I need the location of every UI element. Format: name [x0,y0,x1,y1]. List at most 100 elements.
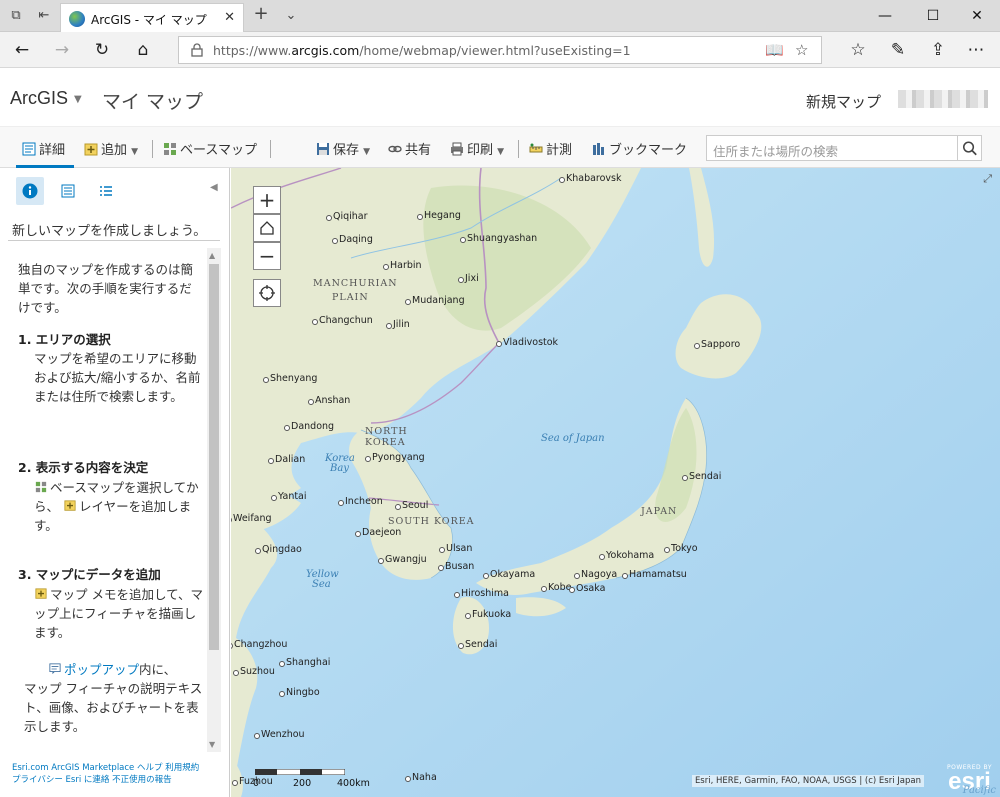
sea-label: Bay [330,463,349,474]
arcgis-logo[interactable]: ArcGIS [10,88,68,109]
popup-text-b: マップ フィーチャの説明テキスト、画像、およびチャートを表示します。 [24,681,203,734]
legend-tab[interactable] [92,177,120,205]
city-label: Osaka [568,583,606,594]
add-button[interactable]: 追加 ▼ [84,139,138,158]
scroll-up-icon[interactable]: ▲ [209,251,215,260]
address-search-input[interactable]: 住所または場所の検索 [706,135,982,161]
forward-icon[interactable]: → [52,40,72,60]
city-label: Ulsan [438,543,473,554]
city-label: Weifang [231,513,272,524]
zoom-out-button[interactable]: − [253,242,281,270]
address-bar[interactable]: https://www.arcgis.com/home/webmap/viewe… [178,36,822,64]
favorite-star-icon[interactable]: ☆ [795,41,808,59]
tab-manager-icon[interactable]: ⧉ [8,8,24,24]
city-label: Daejeon [354,527,402,538]
about-tab[interactable] [16,177,44,205]
search-icon[interactable] [957,136,981,160]
more-options-icon[interactable]: ⋯ [966,40,986,60]
save-button[interactable]: 保存 ▼ [316,139,370,158]
map-notes-icon [35,588,47,599]
city-label: Qiqihar [326,211,368,222]
city-label: Sapporo [693,339,741,350]
bookmark-button[interactable]: ブックマーク [592,139,687,158]
content-tab[interactable] [54,177,82,205]
city-label: Hamamatsu [622,569,687,580]
toolbar-divider [152,140,153,158]
scrollbar-thumb[interactable] [209,264,219,650]
scroll-down-icon[interactable]: ▼ [209,740,215,749]
share-label: 共有 [405,143,432,158]
share-button[interactable]: 共有 [388,139,431,158]
minimize-icon[interactable]: — [862,0,908,32]
measure-label: 計測 [546,143,573,158]
side-panel: ◀ 新しいマップを作成しましょう。 独自のマップを作成するのは簡単です。次の手順… [0,168,230,797]
panel-footer-links[interactable]: Esri.com ArcGIS Marketplace ヘルプ 利用規約 プライ… [12,762,222,786]
footer-links-row2[interactable]: プライバシー Esri に連絡 不正使用の報告 [12,774,222,786]
print-button[interactable]: 印刷 ▼ [450,139,504,158]
pen-notes-icon[interactable]: ✎ [888,40,908,60]
city-label: Seoul [394,500,429,511]
measure-ruler-icon [529,143,543,153]
user-menu[interactable] [898,90,988,108]
popup-link[interactable]: ポップアップ [64,662,139,677]
toolbar-divider [518,140,519,158]
city-label: Pyongyang [365,452,425,463]
region-label: MANCHURIAN [313,278,398,289]
details-label: 詳細 [39,143,66,158]
zoom-in-button[interactable]: + [253,186,281,214]
maximize-icon[interactable]: ☐ [910,0,956,32]
step3-text: マップ メモを追加して、マップ上にフィーチャを描画します。 [34,587,203,640]
pacific-label: Pacific [962,785,996,796]
expand-map-icon[interactable]: ⤢ [983,172,992,186]
set-aside-tabs-icon[interactable]: ⇤ [36,8,52,24]
city-label: Gwangju [378,554,427,565]
city-label: Fukuoka [464,609,512,620]
collapse-panel-icon[interactable]: ◀ [210,182,218,193]
new-map-button[interactable]: 新規マップ [806,91,881,112]
refresh-icon[interactable]: ↻ [92,40,112,60]
close-window-icon[interactable]: ✕ [954,0,1000,32]
city-label: Jixi [458,273,479,284]
locate-crosshair-icon [259,285,275,301]
city-label: Jilin [386,319,410,330]
locate-button[interactable] [253,279,281,307]
city-label: Changzhou [231,639,288,650]
save-label: 保存 [333,143,360,158]
share-icon[interactable]: ⇪ [928,40,948,60]
browser-tab-strip: ⧉ ⇤ ArcGIS - マイ マップ ✕ + ⌄ — ☐ ✕ [0,0,1000,32]
city-label: Dalian [267,454,306,465]
share-link-icon [388,145,402,153]
arcgis-menu-caret-icon[interactable]: ▼ [74,94,82,105]
measure-button[interactable]: 計測 [529,139,572,158]
city-label: Incheon [338,496,383,507]
home-icon[interactable]: ⌂ [133,40,153,60]
reading-view-icon[interactable]: 📖 [765,41,784,59]
search-placeholder: 住所または場所の検索 [713,144,839,159]
city-label: Okayama [482,569,536,580]
browser-tab[interactable]: ArcGIS - マイ マップ ✕ [60,3,244,32]
details-button[interactable]: 詳細 [22,139,65,158]
popup-paragraph: ポップアップ内に、マップ フィーチャの説明テキスト、画像、およびチャートを表示し… [24,660,204,736]
city-label: Yantai [271,491,307,502]
region-label: NORTH [365,426,408,437]
step3-body: マップ メモを追加して、マップ上にフィーチャを描画します。 [34,585,204,642]
default-extent-button[interactable] [253,214,281,242]
toolbar-divider [270,140,271,158]
panel-scrollbar[interactable]: ▲ ▼ [207,248,221,752]
add-label: 追加 [101,143,128,158]
basemap-button[interactable]: ベースマップ [163,139,257,158]
map-view[interactable]: Khabarovsk Qiqihar Hegang Daqing Shuangyasha… [231,168,1000,797]
lock-icon [191,43,203,57]
popup-icon [49,663,61,675]
popup-text-a: 内に、 [139,662,177,677]
back-icon[interactable]: ← [12,40,32,60]
footer-links-row1[interactable]: Esri.com ArcGIS Marketplace ヘルプ 利用規約 [12,762,222,774]
city-label: Changchun [312,315,373,326]
close-tab-icon[interactable]: ✕ [224,10,235,25]
tab-list-chevron-icon[interactable]: ⌄ [283,8,299,24]
city-label: Wenzhou [254,729,305,740]
city-label: Dandong [283,421,335,432]
favorites-hub-icon[interactable]: ☆ [848,40,868,60]
scale-label-0: 0 [253,778,260,789]
new-tab-icon[interactable]: + [253,5,269,23]
